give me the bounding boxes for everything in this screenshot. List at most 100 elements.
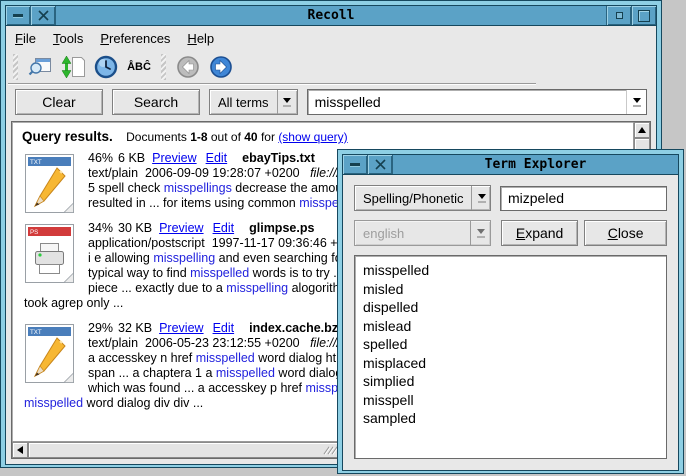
out-of-label: out of bbox=[211, 130, 241, 144]
snippet-text: span ... a chaptera 1 a bbox=[88, 366, 216, 380]
toolbar-handle[interactable] bbox=[13, 54, 18, 80]
shade-button[interactable] bbox=[606, 6, 631, 25]
clear-button[interactable]: Clear bbox=[15, 89, 103, 115]
relevance-percent: 46% bbox=[88, 151, 113, 165]
file-name: glimpse.ps bbox=[249, 221, 314, 235]
edit-link[interactable]: Edit bbox=[213, 221, 235, 235]
show-query-link[interactable]: (show query) bbox=[278, 130, 347, 144]
search-mode-combobox[interactable]: All terms bbox=[209, 89, 298, 115]
maximize-icon bbox=[638, 10, 650, 22]
chevron-down-icon[interactable] bbox=[471, 186, 491, 210]
language-value: english bbox=[355, 221, 470, 245]
term-list-item[interactable]: mislead bbox=[363, 317, 658, 336]
term-input-value: mizpeled bbox=[508, 190, 564, 206]
edit-link[interactable]: Edit bbox=[213, 321, 235, 335]
preview-link[interactable]: Preview bbox=[152, 151, 196, 165]
term-explorer-window: Term Explorer Spelling/Phonetic mizpeled… bbox=[337, 149, 684, 474]
preview-link[interactable]: Preview bbox=[159, 221, 203, 235]
dialog-title: Term Explorer bbox=[393, 155, 678, 174]
minimize-button[interactable] bbox=[6, 6, 31, 25]
term-explorer-icon[interactable]: ÅBĈ bbox=[125, 53, 153, 81]
close-button[interactable] bbox=[31, 6, 56, 25]
term-list-item[interactable]: dispelled bbox=[363, 298, 658, 317]
expand-mode-combobox[interactable]: Spelling/Phonetic bbox=[354, 185, 491, 211]
snippet-text: word dialog div div ... bbox=[83, 396, 203, 410]
query-combobox[interactable]: misspelled bbox=[307, 89, 647, 115]
menu-file[interactable]: File bbox=[15, 31, 36, 46]
highlighted-term: misspelled bbox=[196, 351, 255, 365]
minimize-icon bbox=[350, 163, 360, 166]
snippet-text: a accesskey n href bbox=[88, 351, 196, 365]
docs-label: Documents bbox=[126, 130, 187, 144]
term-list-item[interactable]: misplaced bbox=[363, 354, 658, 373]
highlighted-term: misspelling bbox=[226, 281, 288, 295]
document-history-icon[interactable] bbox=[92, 53, 120, 81]
chevron-down-icon[interactable] bbox=[626, 90, 646, 114]
term-list-item[interactable]: simplied bbox=[363, 372, 658, 391]
arrow-up-icon bbox=[638, 127, 646, 133]
scroll-up-button[interactable] bbox=[634, 122, 650, 138]
file-size: 6 KB bbox=[118, 151, 145, 165]
edit-link[interactable]: Edit bbox=[206, 151, 228, 165]
chevron-down-icon[interactable] bbox=[277, 90, 297, 114]
highlighted-term: misspelling bbox=[153, 251, 215, 265]
docs-range: 1-8 bbox=[190, 130, 207, 144]
search-mode-value: All terms bbox=[210, 90, 277, 114]
term-list-item[interactable]: spelled bbox=[363, 335, 658, 354]
preview-link[interactable]: Preview bbox=[159, 321, 203, 335]
txt-file-icon: TXT bbox=[24, 323, 76, 385]
term-explorer-titlebar[interactable]: Term Explorer bbox=[343, 155, 678, 175]
maximize-button[interactable] bbox=[631, 6, 656, 25]
term-list-item[interactable]: misspell bbox=[363, 391, 658, 410]
file-size: 30 KB bbox=[118, 221, 152, 235]
results-title: Query results. bbox=[22, 129, 113, 144]
menu-preferences[interactable]: Preferences bbox=[100, 31, 170, 46]
chevron-down-icon bbox=[470, 221, 490, 245]
menu-tools[interactable]: Tools bbox=[53, 31, 83, 46]
close-icon bbox=[38, 10, 49, 21]
snippet-text: resulted in ... for items using common bbox=[88, 196, 299, 210]
relevance-percent: 34% bbox=[88, 221, 113, 235]
expand-button[interactable]: Expand bbox=[501, 220, 578, 246]
snippet-text: piece ... exactly due to a bbox=[88, 281, 226, 295]
language-combobox[interactable]: english bbox=[354, 220, 491, 246]
svg-text:PS: PS bbox=[30, 229, 38, 236]
term-list-item[interactable]: misspelled bbox=[363, 261, 658, 280]
search-button[interactable]: Search bbox=[112, 89, 200, 115]
ps-file-icon: PS bbox=[24, 223, 76, 285]
snippet-text: typical way to find bbox=[88, 266, 190, 280]
query-value[interactable]: misspelled bbox=[308, 90, 626, 114]
file-name: ebayTips.txt bbox=[242, 151, 315, 165]
minimize-icon bbox=[13, 14, 23, 17]
txt-file-icon: TXT bbox=[24, 153, 76, 215]
term-list[interactable]: misspelledmisleddispelledmisleadspelledm… bbox=[354, 255, 667, 459]
term-list-item[interactable]: sampled bbox=[363, 409, 658, 428]
for-label: for bbox=[261, 130, 275, 144]
main-titlebar[interactable]: Recoll bbox=[6, 6, 656, 26]
next-page-icon[interactable] bbox=[207, 53, 235, 81]
highlighted-term: misspelled bbox=[216, 366, 275, 380]
svg-text:TXT: TXT bbox=[30, 159, 42, 166]
file-name: index.cache.bz2 bbox=[249, 321, 345, 335]
term-input[interactable]: mizpeled bbox=[500, 186, 667, 211]
highlighted-term: misspelled bbox=[24, 396, 83, 410]
window-title: Recoll bbox=[56, 6, 606, 25]
toolbar: ÅBĈ bbox=[6, 50, 656, 83]
minimize-button[interactable] bbox=[343, 155, 368, 174]
toolbar-handle[interactable] bbox=[161, 54, 166, 80]
snippet-text: words is to try ... bbox=[249, 266, 343, 280]
previous-page-icon[interactable] bbox=[174, 53, 202, 81]
close-button[interactable]: Close bbox=[584, 220, 667, 246]
menubar: File Tools Preferences Help bbox=[6, 26, 656, 50]
close-button[interactable] bbox=[368, 155, 393, 174]
relevance-percent: 29% bbox=[88, 321, 113, 335]
advanced-search-icon[interactable] bbox=[26, 53, 54, 81]
snippet-text: which was found ... a accesskey p href bbox=[88, 381, 305, 395]
sort-parameters-icon[interactable] bbox=[59, 53, 87, 81]
scroll-left-button[interactable] bbox=[12, 442, 28, 458]
snippet-text: took agrep only ... bbox=[24, 296, 123, 310]
term-list-item[interactable]: misled bbox=[363, 280, 658, 299]
menu-help[interactable]: Help bbox=[187, 31, 214, 46]
highlighted-term: misspelled bbox=[190, 266, 249, 280]
svg-text:TXT: TXT bbox=[30, 329, 42, 336]
